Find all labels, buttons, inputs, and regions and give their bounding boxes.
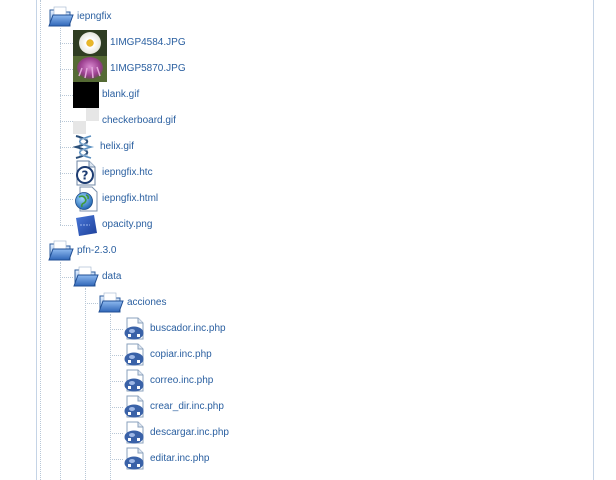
- tree-file-node[interactable]: blank.gif: [73, 82, 139, 108]
- tree-file-node[interactable]: 1IMGP4584.JPG: [73, 30, 186, 56]
- tree-file-node[interactable]: ? iepngfix.htc: [73, 160, 153, 186]
- tree-branch-line: [60, 225, 73, 226]
- tree-file-node[interactable]: checkerboard.gif: [73, 108, 176, 134]
- tree-branch-line: [60, 173, 73, 174]
- tree-branch-line: [110, 459, 123, 460]
- tree-folder-node[interactable]: pfn-2.3.0: [48, 238, 116, 264]
- tree-guide-line: [110, 314, 111, 480]
- tree-branch-line: [110, 381, 123, 382]
- tree-branch-line: [60, 147, 73, 148]
- tree-node-label: opacity.png: [102, 219, 153, 230]
- tree-file-node[interactable]: correo.inc.php: [123, 368, 213, 394]
- image-thumbnail-purple-flower-icon: [73, 56, 107, 82]
- php-file-icon: [123, 369, 147, 393]
- tree-right-border: [593, 0, 594, 480]
- php-file-icon: [123, 447, 147, 471]
- tree-branch-line: [110, 407, 123, 408]
- tree-branch-line: [60, 95, 73, 96]
- tree-branch-line: [60, 277, 73, 278]
- folder-open-icon: [48, 239, 74, 263]
- folder-open-icon: [73, 265, 99, 289]
- tree-file-node[interactable]: iepngfix.html: [73, 186, 158, 212]
- tree-guide-line: [60, 262, 61, 480]
- folder-open-icon: [98, 291, 124, 315]
- file-tree: iepngfix 1IMGP4584.JPG 1IMGP5870.JPG blan…: [0, 0, 616, 480]
- tree-branch-line: [60, 43, 73, 44]
- tree-left-border: [36, 0, 37, 480]
- tree-node-label: data: [102, 271, 122, 282]
- php-file-icon: [123, 317, 147, 341]
- tree-guide-line: [85, 288, 86, 480]
- tree-node-label: iepngfix.html: [102, 193, 159, 204]
- tree-node-label: buscador.inc.php: [150, 323, 226, 334]
- php-file-icon: [123, 421, 147, 445]
- tree-node-label: editar.inc.php: [150, 453, 210, 464]
- tree-file-node[interactable]: 1IMGP5870.JPG: [73, 56, 186, 82]
- tree-file-node[interactable]: helix.gif: [72, 134, 134, 160]
- tree-file-node[interactable]: copiar.inc.php: [123, 342, 212, 368]
- tree-branch-line: [110, 355, 123, 356]
- tree-file-node[interactable]: crear_dir.inc.php: [123, 394, 224, 420]
- image-thumbnail-white-flower-icon: [73, 30, 107, 56]
- image-thumbnail-helix-icon: [72, 134, 97, 160]
- tree-node-label: correo.inc.php: [150, 375, 214, 386]
- php-file-icon: [123, 395, 147, 419]
- tree-branch-line: [110, 433, 123, 434]
- html-globe-icon: [73, 186, 99, 212]
- tree-node-label: helix.gif: [100, 141, 134, 152]
- tree-folder-node[interactable]: acciones: [98, 290, 166, 316]
- tree-file-node[interactable]: opacity.png: [73, 212, 152, 238]
- tree-node-label: acciones: [127, 297, 167, 308]
- tree-trunk-line: [40, 0, 41, 480]
- tree-branch-line: [110, 329, 123, 330]
- tree-folder-node[interactable]: iepngfix: [48, 4, 111, 30]
- folder-open-icon: [48, 5, 74, 29]
- svg-text:?: ?: [82, 169, 89, 183]
- unknown-file-icon: ?: [73, 160, 99, 186]
- tree-node-label: checkerboard.gif: [102, 115, 176, 126]
- tree-branch-line: [60, 121, 73, 122]
- image-thumbnail-blue-icon: [73, 213, 99, 237]
- php-file-icon: [123, 343, 147, 367]
- image-thumbnail-checkerboard-icon: [73, 108, 99, 134]
- tree-folder-node[interactable]: data: [73, 264, 121, 290]
- tree-node-label: pfn-2.3.0: [77, 245, 117, 256]
- tree-branch-line: [85, 303, 98, 304]
- tree-node-label: blank.gif: [102, 89, 140, 100]
- tree-file-node[interactable]: descargar.inc.php: [123, 420, 229, 446]
- tree-file-node[interactable]: buscador.inc.php: [123, 316, 226, 342]
- tree-node-label: copiar.inc.php: [150, 349, 212, 360]
- tree-branch-line: [60, 69, 73, 70]
- image-thumbnail-black-icon: [73, 82, 99, 108]
- tree-node-label: crear_dir.inc.php: [150, 401, 224, 412]
- tree-guide-line: [60, 28, 61, 225]
- tree-node-label: iepngfix.htc: [102, 167, 153, 178]
- tree-node-label: iepngfix: [77, 11, 112, 22]
- tree-node-label: 1IMGP5870.JPG: [110, 63, 186, 74]
- tree-branch-line: [60, 199, 73, 200]
- tree-file-node[interactable]: editar.inc.php: [123, 446, 210, 472]
- tree-node-label: 1IMGP4584.JPG: [110, 37, 186, 48]
- tree-node-label: descargar.inc.php: [150, 427, 229, 438]
